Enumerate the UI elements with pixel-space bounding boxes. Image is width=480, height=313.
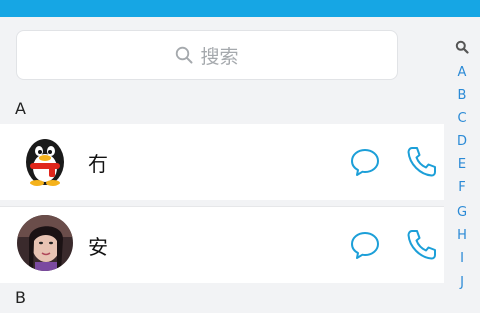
search-icon [176,46,193,64]
qq-penguin-avatar [17,132,73,188]
search-area: 搜索 [0,17,480,94]
alphabet-index[interactable]: A B C D E F G H I J [444,17,480,300]
index-letter-h[interactable]: H [444,228,480,244]
phone-icon[interactable] [405,145,437,179]
phone-icon[interactable] [405,228,437,262]
message-icon[interactable] [349,229,381,261]
contact-name: 安 [88,235,108,259]
search-icon[interactable] [455,40,469,54]
index-letter-j[interactable]: J [444,275,480,291]
index-letter-d[interactable]: D [444,134,480,150]
search-input[interactable]: 搜索 [16,30,398,80]
index-letter-i[interactable]: I [444,251,480,267]
photo-avatar [17,215,73,271]
contact-row[interactable]: 冇 [0,124,444,200]
section-header-b: B [0,283,444,313]
index-letter-c[interactable]: C [444,111,480,127]
index-letter-e[interactable]: E [444,157,480,173]
status-bar [0,0,480,17]
index-letter-f[interactable]: F [444,180,480,196]
index-letter-g[interactable]: G [444,205,480,221]
message-icon[interactable] [349,146,381,178]
index-letter-a[interactable]: A [444,65,480,81]
contact-name: 冇 [88,152,108,176]
contact-row[interactable]: 安 [0,207,444,283]
section-header-a: A [0,94,444,124]
index-letter-b[interactable]: B [444,88,480,104]
search-placeholder: 搜索 [200,45,239,68]
